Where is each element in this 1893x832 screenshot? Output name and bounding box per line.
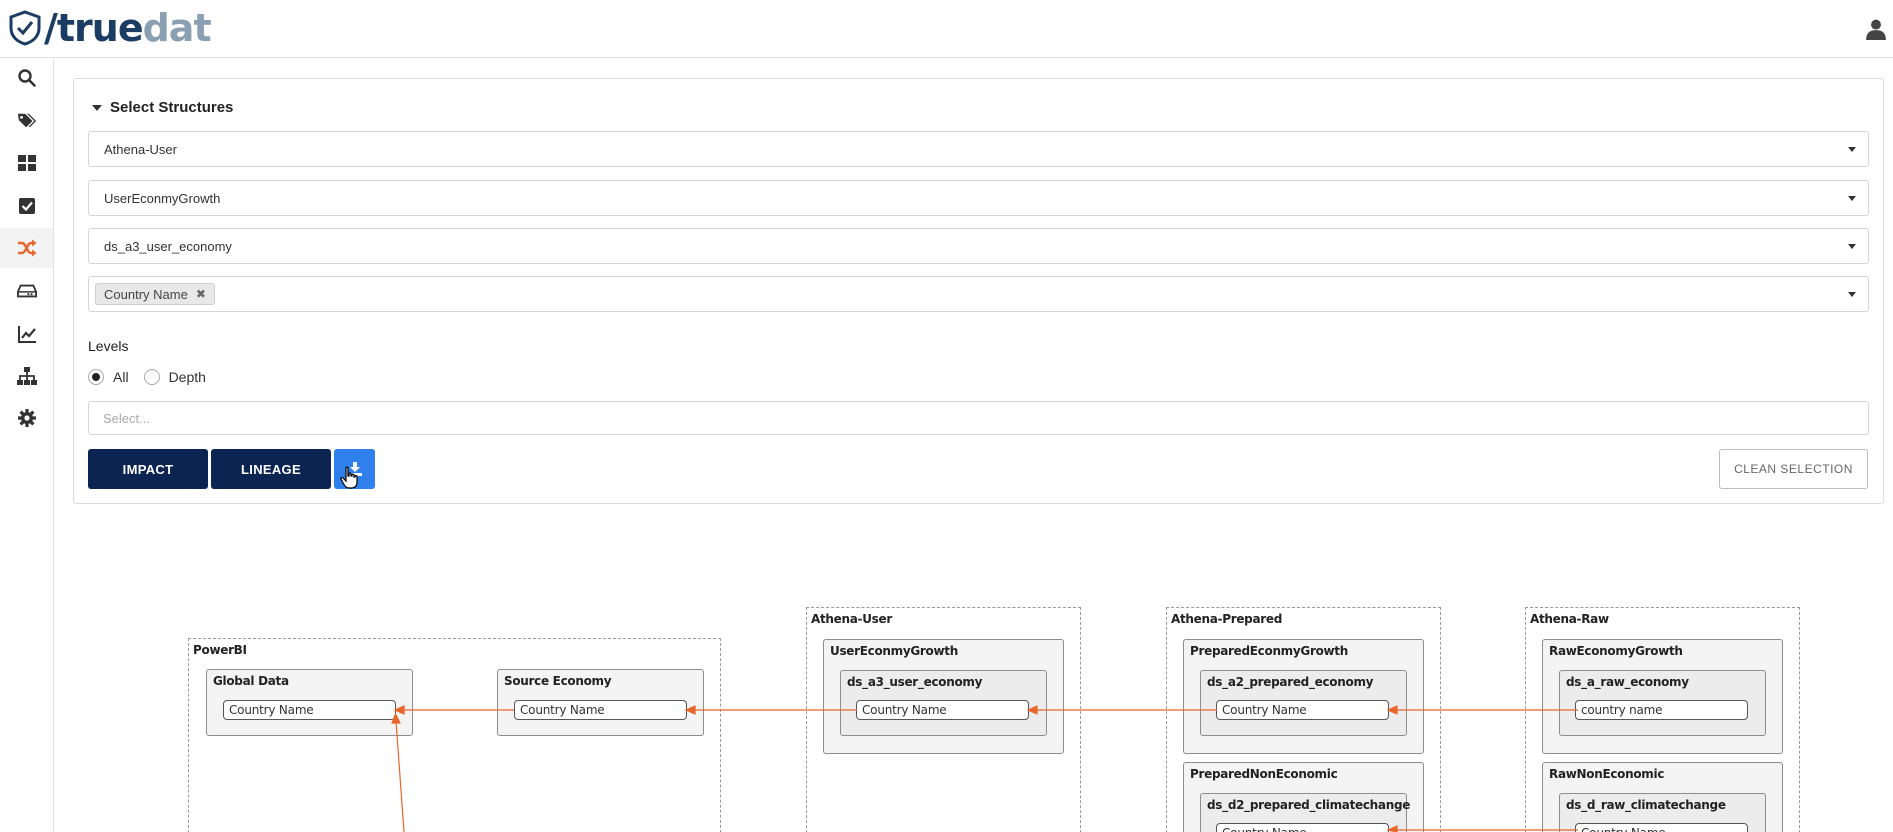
clean-selection-button[interactable]: CLEAN SELECTION <box>1719 449 1868 489</box>
panel-title: Select Structures <box>110 99 234 116</box>
node-ds-d2-prepared-climatechange[interactable]: ds_d2_prepared_climatechange Country Nam… <box>1200 793 1411 832</box>
app-root: /truedat Select Structures Athena-User U… <box>0 0 1893 832</box>
dropdown-arrow-icon <box>1848 292 1856 297</box>
field-node[interactable]: Country Name <box>1575 823 1748 832</box>
depth-select-placeholder: Select... <box>103 410 150 426</box>
dropdown-arrow-icon <box>1848 147 1856 152</box>
node-ds-a3-user-economy[interactable]: ds_a3_user_economy Country Name <box>840 670 1047 736</box>
sidebar-item-search[interactable] <box>0 58 53 98</box>
levels-label: Levels <box>88 338 129 354</box>
select-structures-panel: Select Structures Athena-User UserEconmy… <box>73 78 1884 504</box>
sidebar-item-dashboard[interactable] <box>0 143 53 183</box>
field-node[interactable]: Country Name <box>514 700 687 720</box>
sidebar-item-settings[interactable] <box>0 398 53 438</box>
node-ds-a-raw-economy[interactable]: ds_a_raw_economy country name <box>1559 670 1766 736</box>
field-node[interactable]: Country Name <box>856 700 1029 720</box>
line-chart-icon <box>17 326 36 343</box>
hard-drive-icon <box>16 284 37 298</box>
node-user-econmy-growth[interactable]: UserEconmyGrowth ds_a3_user_economy Coun… <box>823 639 1064 754</box>
select-structures-toggle[interactable]: Select Structures <box>92 99 233 116</box>
dashboard-icon <box>17 155 36 171</box>
system-dropdown-value: Athena-User <box>104 141 177 157</box>
node-source-economy[interactable]: Source Economy Country Name <box>497 669 704 736</box>
group-title: Athena-Raw <box>1530 612 1609 626</box>
node-title: ds_a2_prepared_economy <box>1207 675 1374 689</box>
shield-logo-icon <box>9 10 41 46</box>
search-icon <box>17 69 36 87</box>
download-icon <box>347 462 362 476</box>
sidebar-item-lineage[interactable] <box>0 228 53 268</box>
user-icon[interactable] <box>1865 18 1887 40</box>
field-tag: Country Name ✖ <box>95 283 215 305</box>
node-title: ds_a_raw_economy <box>1566 675 1689 689</box>
logo-text-true: /true <box>44 6 144 50</box>
sidebar <box>0 58 54 832</box>
logo-text: /truedat <box>44 6 212 50</box>
group-athena-prepared[interactable]: Athena-Prepared PreparedEconmyGrowth ds_… <box>1166 607 1441 832</box>
depth-select[interactable]: Select... <box>88 401 1869 435</box>
node-title: RawEconomyGrowth <box>1549 644 1683 658</box>
node-title: PreparedNonEconomic <box>1190 767 1338 781</box>
node-title: RawNonEconomic <box>1549 767 1665 781</box>
group-dropdown-value: UserEconmyGrowth <box>104 190 221 206</box>
dropdown-arrow-icon <box>1848 244 1856 249</box>
radio-depth[interactable] <box>143 369 160 385</box>
structure-dropdown[interactable]: ds_a3_user_economy <box>88 228 1869 264</box>
gear-icon <box>17 409 36 427</box>
top-header: /truedat <box>0 0 1893 58</box>
group-athena-raw[interactable]: Athena-Raw RawEconomyGrowth ds_a_raw_eco… <box>1525 607 1800 832</box>
truedat-logo[interactable]: /truedat <box>8 4 212 52</box>
node-raw-economy-growth[interactable]: RawEconomyGrowth ds_a_raw_economy countr… <box>1542 639 1783 754</box>
group-powerbi[interactable]: PowerBI Global Data Country Name Source … <box>188 638 721 832</box>
field-node[interactable]: Country Name <box>1216 700 1389 720</box>
node-title: PreparedEconmyGrowth <box>1190 644 1348 658</box>
radio-depth-label[interactable]: Depth <box>169 369 206 385</box>
shuffle-icon <box>17 239 36 257</box>
node-prepared-non-economic[interactable]: PreparedNonEconomic ds_d2_prepared_clima… <box>1183 762 1424 832</box>
logo-text-dat: dat <box>142 6 212 50</box>
field-multiselect[interactable]: Country Name ✖ <box>88 276 1869 312</box>
group-athena-user[interactable]: Athena-User UserEconmyGrowth ds_a3_user_… <box>806 607 1081 832</box>
node-title: ds_d_raw_climatechange <box>1566 798 1726 812</box>
node-ds-d-raw-climatechange[interactable]: ds_d_raw_climatechange Country Name <box>1559 793 1766 832</box>
impact-button[interactable]: IMPACT <box>88 449 208 489</box>
node-ds-a2-prepared-economy[interactable]: ds_a2_prepared_economy Country Name <box>1200 670 1407 736</box>
caret-down-icon <box>92 104 102 111</box>
node-prepared-econmy-growth[interactable]: PreparedEconmyGrowth ds_a2_prepared_econ… <box>1183 639 1424 754</box>
node-global-data[interactable]: Global Data Country Name <box>206 669 413 736</box>
field-node[interactable]: Country Name <box>223 700 396 720</box>
group-dropdown[interactable]: UserEconmyGrowth <box>88 180 1869 216</box>
radio-all[interactable] <box>88 369 104 385</box>
lineage-button[interactable]: LINEAGE <box>211 449 331 489</box>
sidebar-item-reports[interactable] <box>0 314 53 354</box>
sidebar-item-storage[interactable] <box>0 271 53 311</box>
field-node[interactable]: country name <box>1575 700 1748 720</box>
group-title: Athena-Prepared <box>1171 612 1283 626</box>
node-title: ds_d2_prepared_climatechange <box>1207 798 1411 812</box>
system-dropdown[interactable]: Athena-User <box>88 131 1869 167</box>
sidebar-item-hierarchy[interactable] <box>0 356 53 396</box>
group-title: PowerBI <box>193 643 247 657</box>
radio-all-label[interactable]: All <box>113 369 129 385</box>
group-title: Athena-User <box>811 612 892 626</box>
sitemap-icon <box>16 367 37 385</box>
sidebar-item-tasks[interactable] <box>0 186 53 226</box>
checkbox-icon <box>18 198 35 214</box>
sidebar-item-tags[interactable] <box>0 101 53 141</box>
tags-icon <box>17 113 36 128</box>
structure-dropdown-value: ds_a3_user_economy <box>104 238 232 254</box>
remove-tag-icon[interactable]: ✖ <box>196 287 206 301</box>
download-button[interactable] <box>334 449 375 489</box>
field-node[interactable]: Country Name <box>1216 823 1389 832</box>
node-title: ds_a3_user_economy <box>847 675 983 689</box>
field-tag-label: Country Name <box>104 286 188 302</box>
node-raw-non-economic[interactable]: RawNonEconomic ds_d_raw_climatechange Co… <box>1542 762 1783 832</box>
node-title: Global Data <box>213 674 289 688</box>
node-title: Source Economy <box>504 674 612 688</box>
node-title: UserEconmyGrowth <box>830 644 958 658</box>
dropdown-arrow-icon <box>1848 196 1856 201</box>
levels-radio-group: All Depth <box>88 369 221 385</box>
